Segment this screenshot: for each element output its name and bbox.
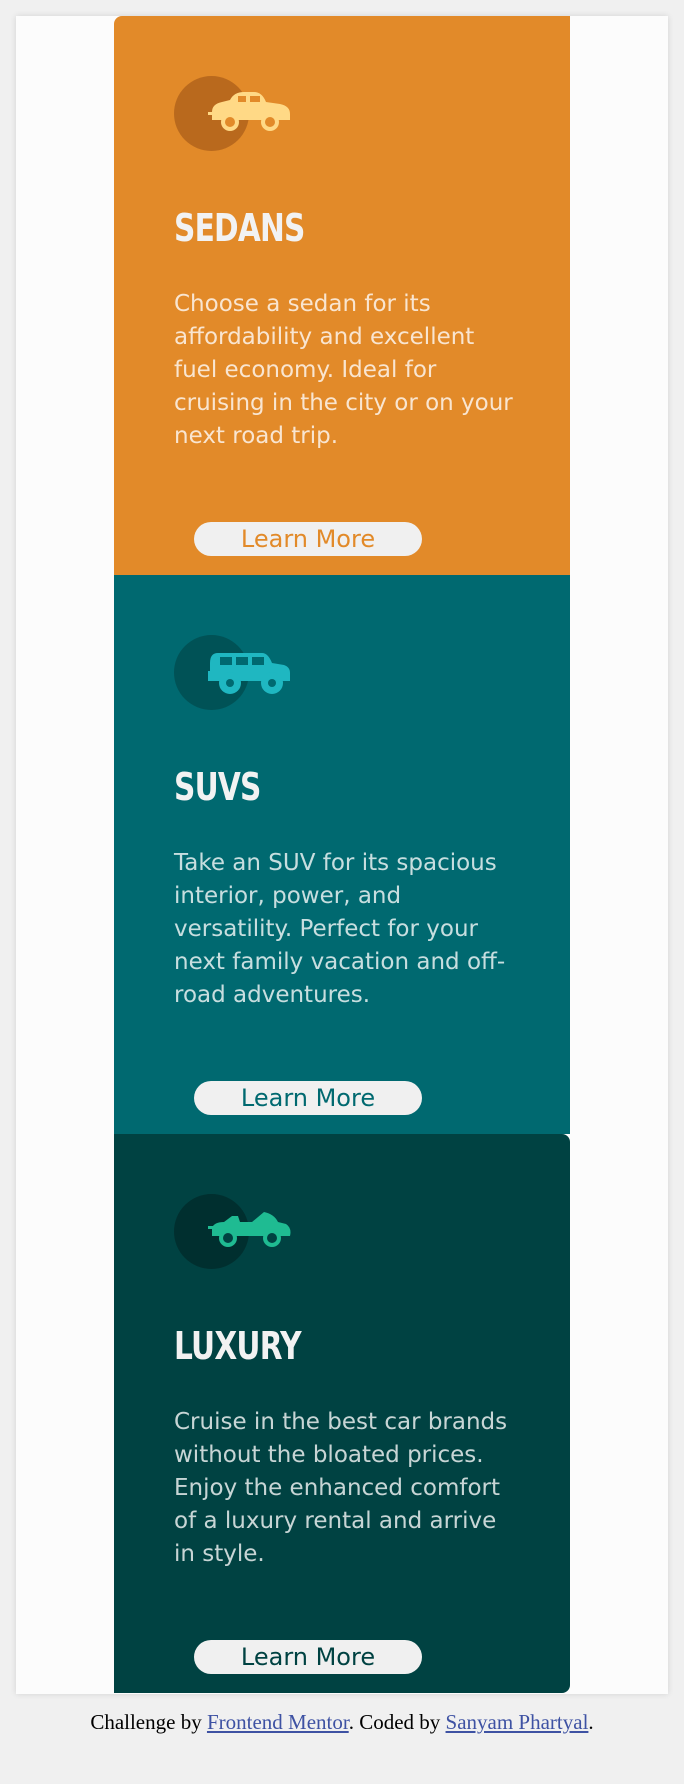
- author-link[interactable]: Sanyam Phartyal: [446, 1710, 589, 1734]
- learn-more-button[interactable]: Learn More: [194, 522, 422, 556]
- card-sedans: SEDANS Choose a sedan for its affordabil…: [114, 16, 570, 575]
- learn-more-button[interactable]: Learn More: [194, 1640, 422, 1674]
- learn-more-button[interactable]: Learn More: [194, 1081, 422, 1115]
- card-suvs: SUVS Take an SUV for its spacious interi…: [114, 575, 570, 1134]
- icon-container: [174, 635, 294, 710]
- icon-container: [174, 76, 294, 151]
- attribution-middle: . Coded by: [348, 1710, 441, 1734]
- card-description: Take an SUV for its spacious interior, p…: [174, 850, 506, 1008]
- suv-car-icon: [208, 653, 290, 694]
- sedan-car-icon: [208, 92, 290, 131]
- card-description: Choose a sedan for its affordability and…: [174, 291, 513, 449]
- icon-container: [174, 1194, 294, 1269]
- card-title: SEDANS: [174, 206, 305, 250]
- attribution-suffix: .: [588, 1710, 594, 1734]
- attribution-prefix: Challenge by: [90, 1710, 202, 1734]
- card-title: SUVS: [174, 765, 261, 809]
- cards-container: SEDANS Choose a sedan for its affordabil…: [114, 16, 570, 1693]
- card-luxury: LUXURY Cruise in the best car brands wit…: [114, 1134, 570, 1693]
- attribution: Challenge by Frontend Mentor. Coded by S…: [0, 1710, 684, 1735]
- card-description: Cruise in the best car brands without th…: [174, 1409, 508, 1567]
- luxury-car-icon: [208, 1212, 291, 1247]
- frontend-mentor-link[interactable]: Frontend Mentor: [207, 1710, 349, 1734]
- card-title: LUXURY: [174, 1324, 302, 1368]
